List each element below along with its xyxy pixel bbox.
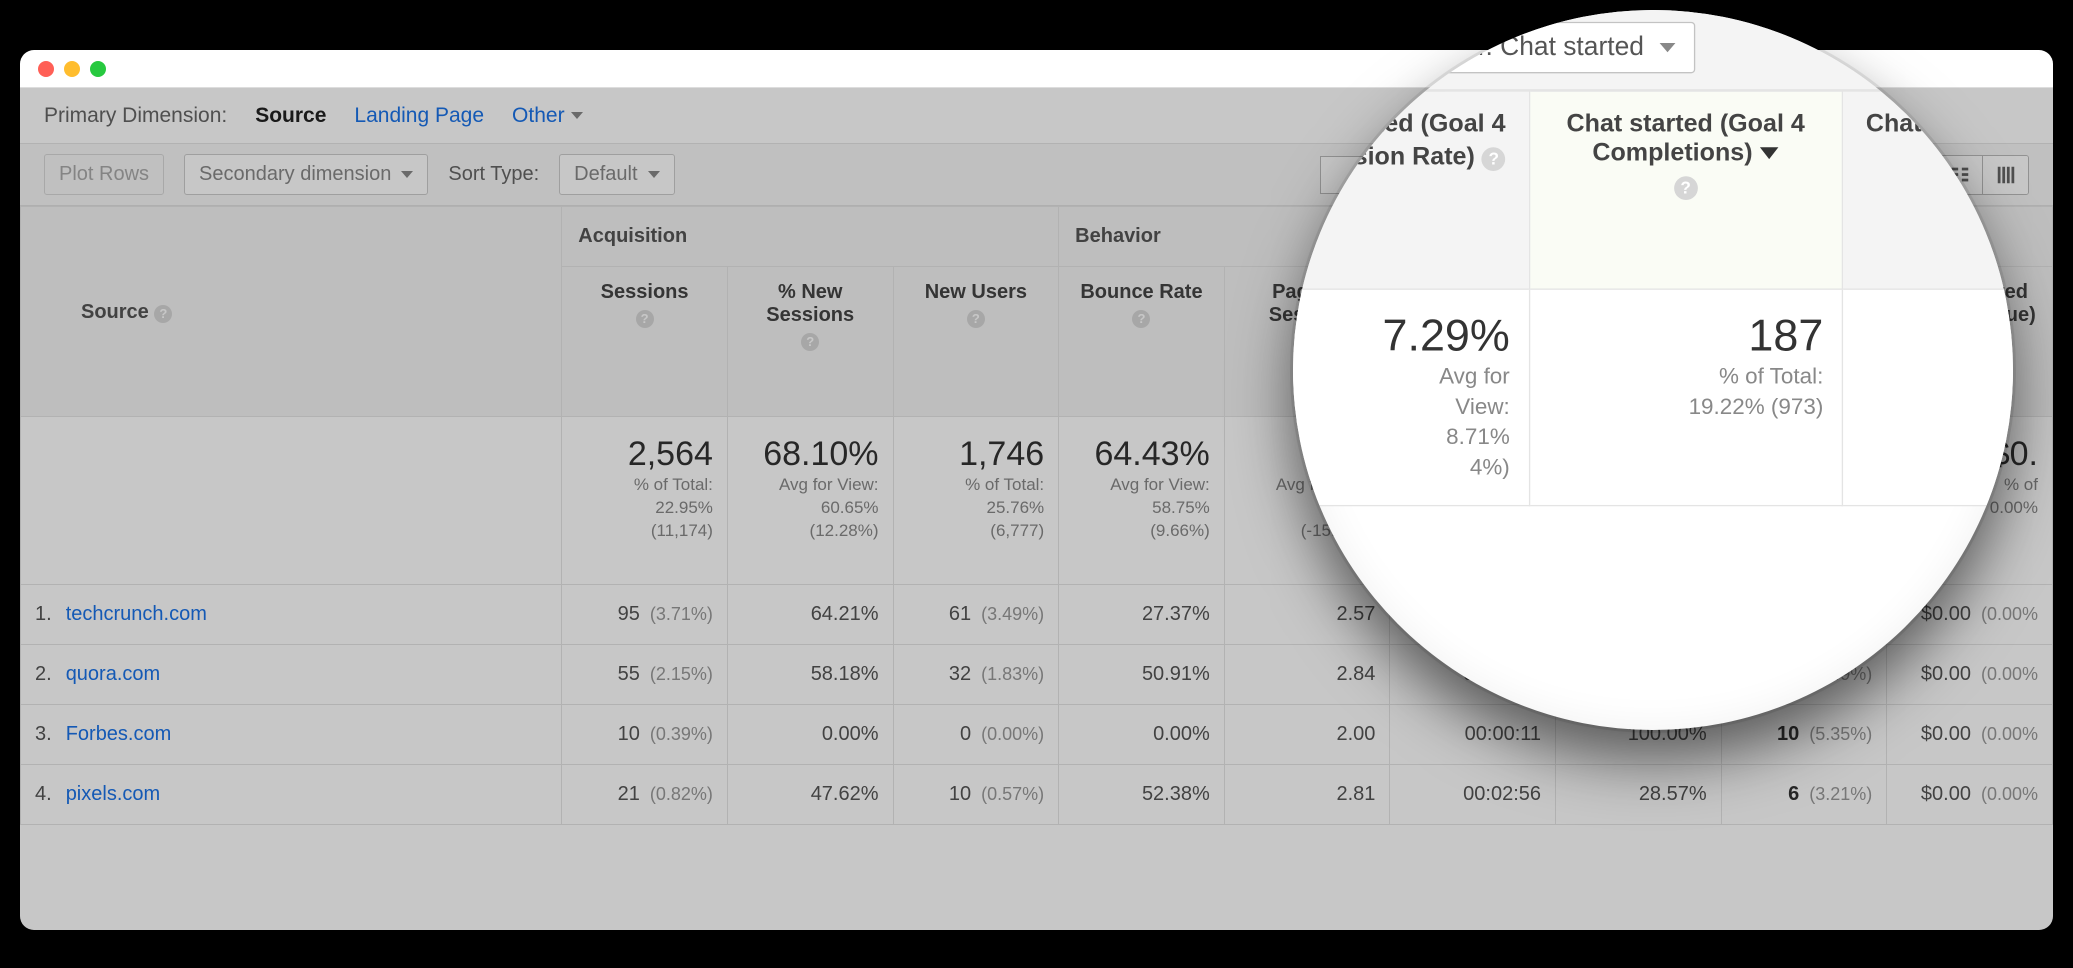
sort-desc-icon [1761,148,1779,160]
column-conversion-rate[interactable]: Chat started (Goal 4 Conversion Rate) ? [1293,91,1529,289]
row-index: 4. [35,783,52,805]
column-new-users[interactable]: New Users? [893,267,1059,417]
goal-dropdown[interactable]: Goal 4: Chat started [1388,22,1696,73]
cell-new-users: 32(1.83%) [893,644,1059,704]
close-icon[interactable] [38,61,54,77]
help-icon[interactable]: ? [1482,147,1506,171]
help-icon[interactable]: ? [801,333,819,351]
cell-new-users: 0(0.00%) [893,704,1059,764]
summary-pct-new: 68.10%Avg for View:60.65%(12.28%) [727,417,893,585]
conversions-label: Conversions [1293,32,1364,62]
cell-sessions: 21(0.82%) [562,764,728,824]
goal-selected: Goal 4: Chat started [1408,32,1644,62]
row-index: 2. [35,663,52,685]
chevron-down-icon [571,112,583,119]
table-row[interactable]: 4. pixels.com 21(0.82%)47.62%10(0.57%)52.3… [21,764,2053,824]
cell-pages: 2.57 [1224,584,1390,644]
summary-new-users: 1,746% of Total:25.76%(6,777) [893,417,1059,585]
cell-sessions: 10(0.39%) [562,704,728,764]
cell-value: $0.00(0.00% [1887,764,2053,824]
cell-pages: 2.81 [1224,764,1390,824]
cell-bounce: 52.38% [1059,764,1225,824]
source-link[interactable]: Forbes.com [66,723,172,745]
cell-new-users: 10(0.57%) [893,764,1059,824]
cell-bounce: 50.91% [1059,644,1225,704]
source-link[interactable]: techcrunch.com [66,603,207,625]
chevron-down-icon [1660,43,1676,52]
cell-value: $0.00(0.00% [1887,704,2053,764]
secondary-dimension-label: Secondary dimension [199,163,391,186]
secondary-dimension-dropdown[interactable]: Secondary dimension [184,154,428,195]
summary-sessions: 2,564% of Total:22.95%(11,174) [562,417,728,585]
cell-conv-rate: 28.57% [1556,764,1722,824]
lens-summary-completions: 187% of Total:19.22% (973) [1529,289,1843,505]
plot-rows-button[interactable]: Plot Rows [44,154,164,195]
cell-pct-new: 47.62% [727,764,893,824]
help-icon[interactable]: ? [154,305,172,323]
dimension-source[interactable]: Source [255,104,326,128]
column-sessions[interactable]: Sessions? [562,267,728,417]
cell-sessions: 55(2.15%) [562,644,728,704]
primary-dimension-label: Primary Dimension: [44,104,227,128]
cell-value: $0.00(0.00% [1887,644,2053,704]
magnifier-lens: advanced Conversions Goal 4: Chat starte… [1293,10,2013,730]
source-link[interactable]: quora.com [66,663,161,685]
chevron-down-icon [648,171,660,178]
help-icon[interactable]: ? [1132,310,1150,328]
row-index: 1. [35,603,52,625]
cell-pages: 2.00 [1224,704,1390,764]
group-acquisition: Acquisition [562,207,1059,267]
summary-bounce: 64.43%Avg for View:58.75%(9.66%) [1059,417,1225,585]
help-icon[interactable]: ? [967,310,985,328]
cell-duration: 00:00:11 [1390,704,1556,764]
source-link[interactable]: pixels.com [66,783,160,805]
column-value[interactable]: Chat started (Goal 4 Value)? [1842,91,2013,289]
column-source[interactable]: Source [81,301,149,323]
cell-new-users: 61(3.49%) [893,584,1059,644]
dimension-other[interactable]: Other [512,104,583,128]
cell-pct-new: 0.00% [727,704,893,764]
help-icon[interactable]: ? [636,310,654,328]
cell-pct-new: 58.18% [727,644,893,704]
sort-type-dropdown[interactable]: Default [559,154,674,195]
cell-completions: 6(3.21%) [1721,764,1887,824]
sort-type-value: Default [574,163,637,186]
cell-bounce: 0.00% [1059,704,1225,764]
column-completions[interactable]: Chat started (Goal 4 Completions)? [1529,91,1843,289]
help-icon[interactable]: ? [1973,176,1997,200]
lens-summary-value: $0.% of0.00% [1842,289,2013,505]
dimension-landing-page[interactable]: Landing Page [354,104,484,128]
cell-bounce: 27.37% [1059,584,1225,644]
cell-pages: 2.84 [1224,644,1390,704]
row-index: 3. [35,723,52,745]
cell-duration: 00:02:56 [1390,764,1556,824]
maximize-icon[interactable] [90,61,106,77]
column-bounce[interactable]: Bounce Rate? [1059,267,1225,417]
cell-sessions: 95(3.71%) [562,584,728,644]
chevron-down-icon [401,171,413,178]
dimension-other-label: Other [512,104,565,128]
lens-summary-conv-rate: 7.29%Avg forView:8.71%4%) [1293,289,1529,505]
help-icon[interactable]: ? [1674,176,1698,200]
lens-conversions-header: Conversions Goal 4: Chat started [1293,10,2013,90]
cell-pct-new: 64.21% [727,584,893,644]
minimize-icon[interactable] [64,61,80,77]
sort-type-label: Sort Type: [448,163,539,186]
column-pct-new[interactable]: % New Sessions? [727,267,893,417]
